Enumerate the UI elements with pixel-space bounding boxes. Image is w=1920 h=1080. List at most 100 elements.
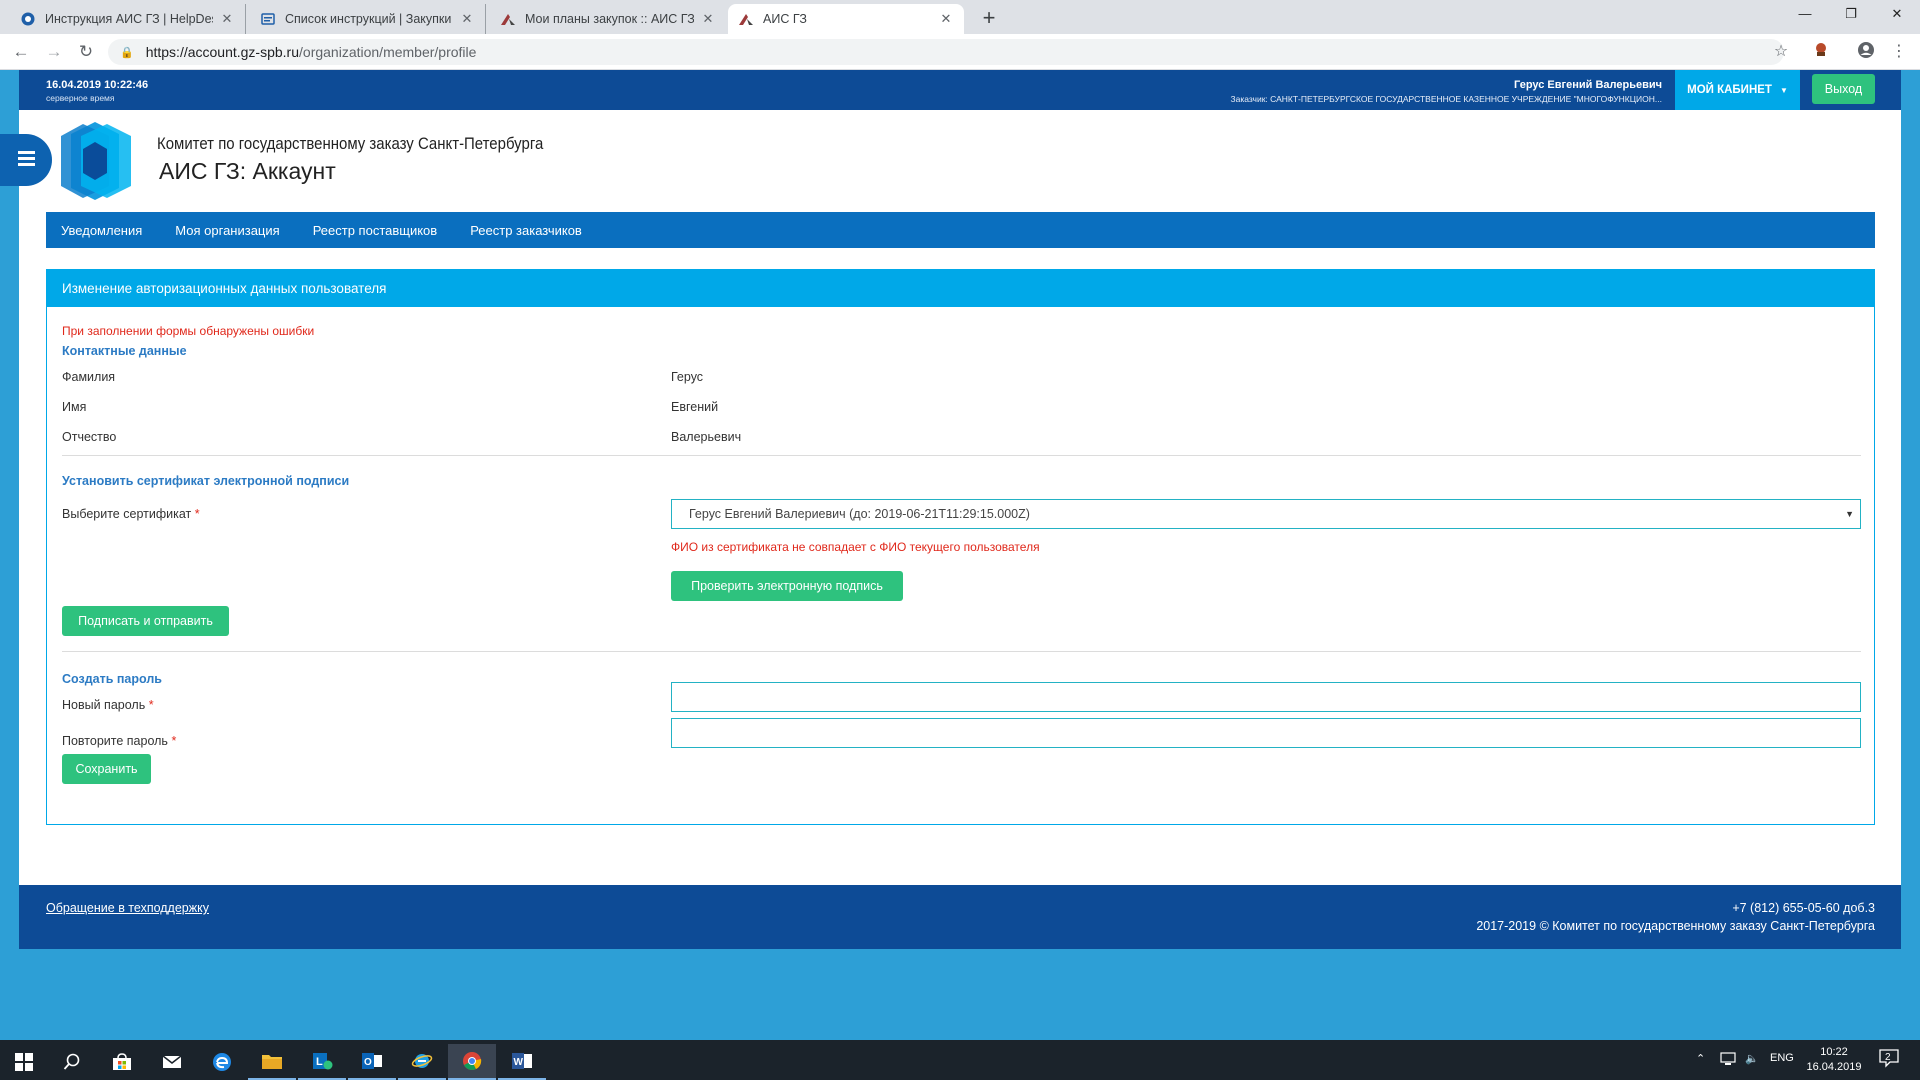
input-language[interactable]: ENG: [1770, 1052, 1794, 1064]
folder-icon: [262, 1055, 282, 1069]
notifications-button[interactable]: 2: [1878, 1048, 1900, 1071]
customer-org: Заказчик: САНКТ-ПЕТЕРБУРГСКОЕ ГОСУДАРСТВ…: [1230, 94, 1663, 104]
page-footer: Обращение в техподдержку +7 (812) 655-05…: [19, 885, 1901, 949]
page-title: АИС ГЗ: Аккаунт: [159, 158, 336, 184]
main-nav: Уведомления Моя организация Реестр поста…: [46, 212, 1875, 248]
tray-chevron-icon[interactable]: ⌃: [1696, 1052, 1705, 1065]
profile-icon[interactable]: [1855, 41, 1877, 63]
tab-title: Инструкция АИС ГЗ | HelpDesk: [45, 12, 213, 26]
url-host: https://account.gz-spb.ru: [145, 44, 300, 60]
address-bar: ← → ↻ 🔒 https://account.gz-spb.ru/organi…: [0, 34, 1920, 70]
browser-tab-strip: Инструкция АИС ГЗ | HelpDesk ✕ Список ин…: [0, 0, 1920, 34]
nav-item-suppliers-registry[interactable]: Реестр поставщиков: [313, 223, 438, 238]
repeat-password-input[interactable]: [671, 718, 1861, 748]
outlook-app[interactable]: O: [348, 1044, 396, 1080]
divider: [62, 651, 1861, 652]
menu-dots-icon[interactable]: ⋮: [1888, 41, 1910, 63]
hamburger-icon: [17, 151, 35, 169]
auth-data-panel: Изменение авторизационных данных пользов…: [46, 269, 1875, 825]
certificate-selected-value: Герус Евгений Валериевич (до: 2019-06-21…: [689, 507, 1030, 521]
browser-tab-instructions[interactable]: Список инструкций | Закупки П ✕: [250, 4, 486, 34]
back-button[interactable]: ←: [9, 40, 33, 64]
reload-button[interactable]: ↻: [74, 40, 98, 64]
restore-button[interactable]: ❐: [1828, 0, 1874, 30]
server-time: 16.04.2019 10:22:46: [46, 79, 149, 91]
url-field[interactable]: 🔒 https://account.gz-spb.ru/organization…: [108, 39, 1784, 65]
user-name: Герус Евгений Валерьевич: [1514, 79, 1662, 91]
server-time-label: серверное время: [46, 93, 115, 103]
support-phone: +7 (812) 655-05-60 доб.3: [1732, 901, 1875, 915]
notification-count: 2: [1885, 1052, 1891, 1063]
nav-item-my-organization[interactable]: Моя организация: [175, 223, 279, 238]
web-page: 16.04.2019 10:22:46 серверное время Геру…: [0, 70, 1901, 949]
browser-tab-helpdesk[interactable]: Инструкция АИС ГЗ | HelpDesk ✕: [10, 4, 246, 34]
os-taskbar: L O W ⌃ 🔈 ENG 10:22 16.04.2019 2: [0, 1040, 1920, 1080]
svg-text:O: O: [364, 1057, 372, 1068]
certificate-select-label: Выберите сертификат *: [62, 507, 200, 521]
contacts-heading: Контактные данные: [62, 344, 187, 358]
search-icon: [63, 1053, 80, 1070]
name-value: Евгений: [671, 400, 719, 414]
required-mark: *: [194, 507, 200, 521]
password-heading: Создать пароль: [62, 672, 162, 686]
tab-title: АИС ГЗ: [763, 12, 807, 26]
close-window-button[interactable]: ✕: [1874, 0, 1920, 30]
forward-button[interactable]: →: [42, 40, 66, 64]
chrome-app[interactable]: [448, 1044, 496, 1080]
star-icon[interactable]: ☆: [1770, 41, 1792, 63]
sign-and-send-button[interactable]: Подписать и отправить: [62, 606, 229, 636]
certificate-heading: Установить сертификат электронной подпис…: [62, 474, 350, 488]
close-icon[interactable]: ✕: [938, 11, 954, 27]
support-link[interactable]: Обращение в техподдержку: [46, 901, 209, 915]
form-error: При заполнении формы обнаружены ошибки: [62, 324, 315, 338]
mail-app[interactable]: [148, 1044, 196, 1080]
close-icon[interactable]: ✕: [700, 11, 716, 27]
svg-text:W: W: [514, 1057, 524, 1068]
certificate-error: ФИО из сертификата не совпадает с ФИО те…: [671, 540, 1040, 554]
patronymic-value: Валерьевич: [671, 430, 742, 444]
ie-icon: [411, 1054, 433, 1068]
url-path: /organization/member/profile: [299, 44, 477, 60]
store-icon: [113, 1053, 131, 1070]
outlook-icon: O: [362, 1053, 382, 1069]
search-button[interactable]: [48, 1044, 96, 1080]
surname-value: Герус: [671, 370, 704, 384]
browser-tab-plans[interactable]: Мои планы закупок :: АИС ГЗ ✕: [490, 4, 726, 34]
word-app[interactable]: W: [498, 1044, 546, 1080]
new-password-input[interactable]: [671, 682, 1861, 712]
edge-app[interactable]: [198, 1044, 246, 1080]
close-icon[interactable]: ✕: [219, 11, 235, 27]
logout-button[interactable]: Выход: [1812, 74, 1875, 104]
name-label: Имя: [62, 400, 87, 414]
clock-date: 16.04.2019: [1806, 1061, 1862, 1073]
nav-item-notifications[interactable]: Уведомления: [61, 223, 142, 238]
sidebar-toggle-button[interactable]: [0, 134, 52, 186]
panel-title: Изменение авторизационных данных пользов…: [47, 270, 1874, 307]
file-explorer-app[interactable]: [248, 1044, 296, 1080]
browser-tab-active[interactable]: АИС ГЗ ✕: [728, 4, 964, 34]
windows-start-button[interactable]: [0, 1044, 48, 1080]
nav-item-customers-registry[interactable]: Реестр заказчиков: [470, 223, 582, 238]
patronymic-label: Отчество: [62, 430, 117, 444]
label-text: Повторите пароль: [62, 734, 168, 748]
gz-icon: [738, 11, 754, 27]
network-icon[interactable]: [1720, 1052, 1736, 1069]
chrome-icon: [463, 1052, 482, 1070]
certificate-select[interactable]: Герус Евгений Валериевич (до: 2019-06-21…: [671, 499, 1861, 529]
volume-icon[interactable]: 🔈: [1745, 1052, 1759, 1065]
store-app[interactable]: [98, 1044, 146, 1080]
lync-app[interactable]: L: [298, 1044, 346, 1080]
system-clock[interactable]: 10:22 16.04.2019: [1806, 1045, 1862, 1075]
my-cabinet-dropdown[interactable]: МОЙ КАБИНЕТ ▼: [1675, 70, 1800, 110]
required-mark: *: [148, 698, 154, 712]
new-tab-button[interactable]: +: [975, 5, 1003, 33]
internet-explorer-app[interactable]: [398, 1044, 446, 1080]
extension-icon[interactable]: [1810, 41, 1832, 63]
tab-title: Мои планы закупок :: АИС ГЗ: [525, 12, 694, 26]
close-icon[interactable]: ✕: [459, 11, 475, 27]
word-icon: W: [512, 1053, 532, 1069]
gz-icon: [500, 11, 516, 27]
minimize-button[interactable]: —: [1782, 0, 1828, 30]
check-signature-button[interactable]: Проверить электронную подпись: [671, 571, 903, 601]
save-button[interactable]: Сохранить: [62, 754, 151, 784]
